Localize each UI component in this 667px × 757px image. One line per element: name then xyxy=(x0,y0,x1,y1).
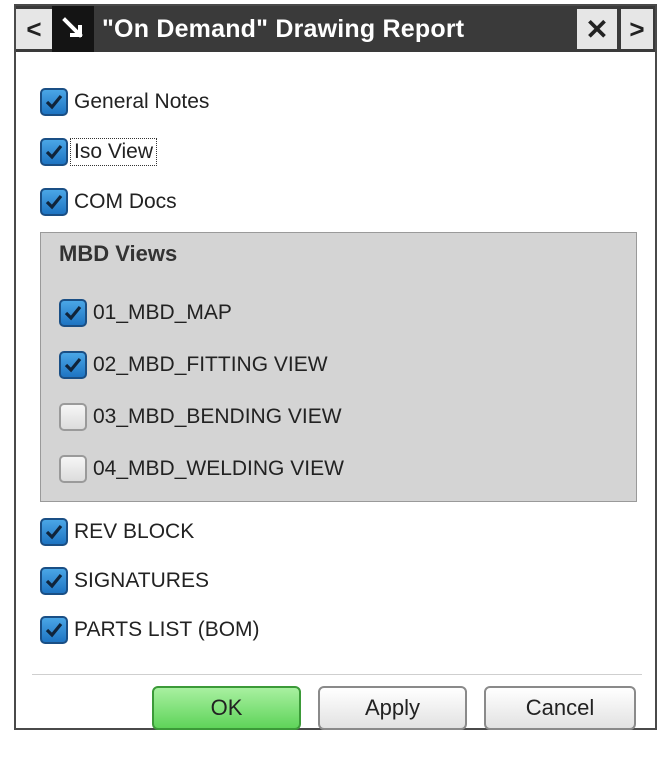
option-label: Iso View xyxy=(70,138,157,166)
option-label: COM Docs xyxy=(74,190,177,213)
checkbox-mbd-04[interactable] xyxy=(59,455,87,483)
chevron-right-icon[interactable]: > xyxy=(621,9,653,49)
mbd-item-label: 01_MBD_MAP xyxy=(93,301,232,324)
title-bar: < "On Demand" Drawing Report ✕ > xyxy=(16,6,655,52)
apply-button[interactable]: Apply xyxy=(318,686,467,730)
pin-arrow-icon[interactable] xyxy=(52,6,94,52)
close-icon[interactable]: ✕ xyxy=(577,9,617,49)
chevron-left-icon[interactable]: < xyxy=(16,9,52,49)
mbd-item-label: 03_MBD_BENDING VIEW xyxy=(93,405,342,428)
checkbox-mbd-01[interactable] xyxy=(59,299,87,327)
checkmark-icon xyxy=(64,357,82,373)
option-label: SIGNATURES xyxy=(74,569,209,592)
checkmark-icon xyxy=(45,144,63,160)
option-signatures[interactable]: SIGNATURES xyxy=(40,563,209,599)
checkbox-signatures[interactable] xyxy=(40,567,68,595)
mbd-item-04[interactable]: 04_MBD_WELDING VIEW xyxy=(59,451,344,487)
dialog-title: "On Demand" Drawing Report xyxy=(102,14,465,43)
button-separator xyxy=(32,674,642,675)
checkbox-general-notes[interactable] xyxy=(40,88,68,116)
mbd-item-label: 02_MBD_FITTING VIEW xyxy=(93,353,328,376)
checkmark-icon xyxy=(45,194,63,210)
group-title: MBD Views xyxy=(59,241,178,266)
mbd-item-03[interactable]: 03_MBD_BENDING VIEW xyxy=(59,399,342,435)
option-rev-block[interactable]: REV BLOCK xyxy=(40,514,194,550)
mbd-views-group: MBD Views 01_MBD_MAP 02_MBD_FITTING VIEW… xyxy=(40,232,637,502)
option-com-docs[interactable]: COM Docs xyxy=(40,184,177,220)
checkbox-mbd-03[interactable] xyxy=(59,403,87,431)
cancel-button[interactable]: Cancel xyxy=(484,686,636,730)
option-label: PARTS LIST (BOM) xyxy=(74,618,260,641)
option-label: REV BLOCK xyxy=(74,520,195,543)
checkmark-icon xyxy=(64,305,82,321)
drawing-report-dialog: < "On Demand" Drawing Report ✕ > General… xyxy=(14,4,657,730)
mbd-item-01[interactable]: 01_MBD_MAP xyxy=(59,295,232,331)
checkmark-icon xyxy=(45,622,63,638)
checkbox-parts-list[interactable] xyxy=(40,616,68,644)
mbd-item-label: 04_MBD_WELDING VIEW xyxy=(93,457,344,480)
checkmark-icon xyxy=(45,94,63,110)
checkbox-rev-block[interactable] xyxy=(40,518,68,546)
option-label: General Notes xyxy=(74,90,210,113)
checkmark-icon xyxy=(45,573,63,589)
checkbox-mbd-02[interactable] xyxy=(59,351,87,379)
ok-button[interactable]: OK xyxy=(152,686,301,730)
checkbox-iso-view[interactable] xyxy=(40,138,68,166)
checkmark-icon xyxy=(45,524,63,540)
option-parts-list[interactable]: PARTS LIST (BOM) xyxy=(40,612,260,648)
checkbox-com-docs[interactable] xyxy=(40,188,68,216)
option-iso-view[interactable]: Iso View xyxy=(40,134,157,170)
option-general-notes[interactable]: General Notes xyxy=(40,84,209,120)
mbd-item-02[interactable]: 02_MBD_FITTING VIEW xyxy=(59,347,328,383)
